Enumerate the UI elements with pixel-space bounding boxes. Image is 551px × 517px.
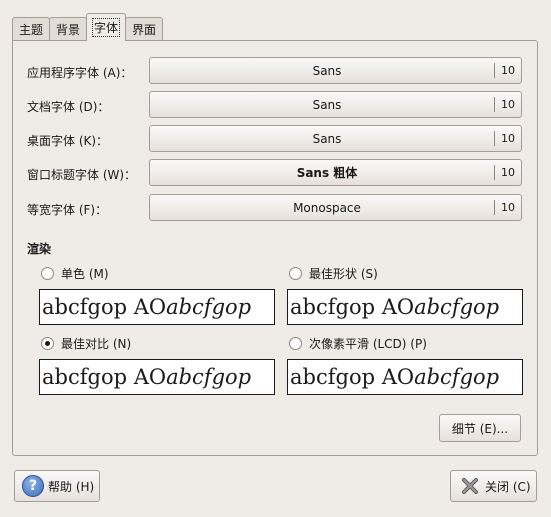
- preview-plain-text: abcfgop AO: [42, 295, 167, 319]
- radio-best-contrast-label: 最佳对比 (N): [61, 337, 132, 351]
- radio-monochrome[interactable]: 单色 (M): [41, 265, 109, 282]
- preview-plain-text: abcfgop AO: [290, 365, 415, 389]
- desktop-font-label: 桌面字体 (K)：: [27, 134, 109, 148]
- tab-background[interactable]: 背景: [49, 17, 88, 41]
- rendering-section-title: 渲染: [27, 242, 52, 256]
- tab-interface-label: 界面: [132, 23, 157, 37]
- tab-bar: 主题 背景 字体 界面: [12, 13, 164, 43]
- preview-italic-text: abcfgop: [166, 295, 252, 319]
- preview-italic-text: abcfgop: [414, 295, 500, 319]
- font-row-document: 文档字体 (D)： Sans 10: [13, 91, 537, 119]
- font-row-desktop: 桌面字体 (K)： Sans 10: [13, 125, 537, 153]
- close-button-label: 关闭 (C): [485, 479, 531, 494]
- preview-monochrome[interactable]: abcfgop AO abcfgop: [39, 289, 275, 325]
- document-font-size: 10: [501, 98, 515, 111]
- tab-fonts-label: 字体: [92, 18, 121, 37]
- tab-background-label: 背景: [56, 23, 81, 37]
- radio-subpixel-indicator[interactable]: [289, 337, 302, 350]
- monospace-font-label: 等宽字体 (F)：: [27, 203, 108, 217]
- radio-subpixel-label: 次像素平滑 (LCD) (P): [309, 337, 427, 351]
- desktop-font-name: Sans: [312, 131, 342, 146]
- help-button-label: 帮助 (H): [48, 479, 95, 494]
- document-font-button[interactable]: Sans 10: [149, 91, 522, 118]
- application-font-label: 应用程序字体 (A)：: [27, 66, 133, 80]
- preview-subpixel[interactable]: abcfgop AO abcfgop: [287, 359, 523, 395]
- desktop-font-button[interactable]: Sans 10: [149, 125, 522, 152]
- tab-theme-label: 主题: [19, 23, 44, 37]
- radio-monochrome-label: 单色 (M): [61, 267, 109, 281]
- help-button[interactable]: ? 帮助 (H): [14, 470, 100, 502]
- application-font-button[interactable]: Sans 10: [149, 57, 522, 84]
- font-row-monospace: 等宽字体 (F)： Monospace 10: [13, 194, 537, 222]
- application-font-name: Sans: [312, 63, 342, 78]
- preview-plain-text: abcfgop AO: [42, 365, 167, 389]
- font-row-window-title: 窗口标题字体 (W)： Sans 粗体 10: [13, 159, 537, 187]
- close-icon: [462, 478, 478, 494]
- application-font-size: 10: [501, 64, 515, 77]
- radio-subpixel[interactable]: 次像素平滑 (LCD) (P): [289, 335, 427, 352]
- help-icon: ?: [22, 475, 44, 497]
- window-title-font-label: 窗口标题字体 (W)：: [27, 168, 137, 182]
- radio-best-shapes-label: 最佳形状 (S): [309, 267, 378, 281]
- close-button[interactable]: 关闭 (C): [450, 470, 537, 502]
- window-title-font-button[interactable]: Sans 粗体 10: [149, 159, 522, 186]
- preview-plain-text: abcfgop AO: [290, 295, 415, 319]
- tab-theme[interactable]: 主题: [12, 17, 51, 41]
- radio-best-contrast-indicator[interactable]: [41, 337, 54, 350]
- details-button[interactable]: 细节 (E)...: [439, 414, 521, 442]
- radio-monochrome-indicator[interactable]: [41, 267, 54, 280]
- monospace-font-size: 10: [501, 201, 515, 214]
- preview-best-shapes[interactable]: abcfgop AO abcfgop: [287, 289, 523, 325]
- radio-best-shapes-indicator[interactable]: [289, 267, 302, 280]
- radio-best-contrast[interactable]: 最佳对比 (N): [41, 335, 131, 352]
- font-row-application: 应用程序字体 (A)： Sans 10: [13, 57, 537, 85]
- document-font-name: Sans: [312, 97, 342, 112]
- tab-fonts[interactable]: 字体: [86, 13, 127, 43]
- preview-italic-text: abcfgop: [166, 365, 252, 389]
- preview-italic-text: abcfgop: [414, 365, 500, 389]
- fonts-panel: 应用程序字体 (A)： Sans 10 文档字体 (D)： Sans 10 桌面…: [12, 40, 538, 456]
- window-title-font-name: Sans 粗体: [296, 166, 358, 180]
- monospace-font-button[interactable]: Monospace 10: [149, 194, 522, 221]
- tab-interface[interactable]: 界面: [125, 17, 164, 41]
- radio-best-shapes[interactable]: 最佳形状 (S): [289, 265, 378, 282]
- preview-best-contrast[interactable]: abcfgop AO abcfgop: [39, 359, 275, 395]
- desktop-font-size: 10: [501, 132, 515, 145]
- document-font-label: 文档字体 (D)：: [27, 100, 110, 114]
- monospace-font-name: Monospace: [293, 200, 361, 215]
- window-title-font-size: 10: [501, 166, 515, 179]
